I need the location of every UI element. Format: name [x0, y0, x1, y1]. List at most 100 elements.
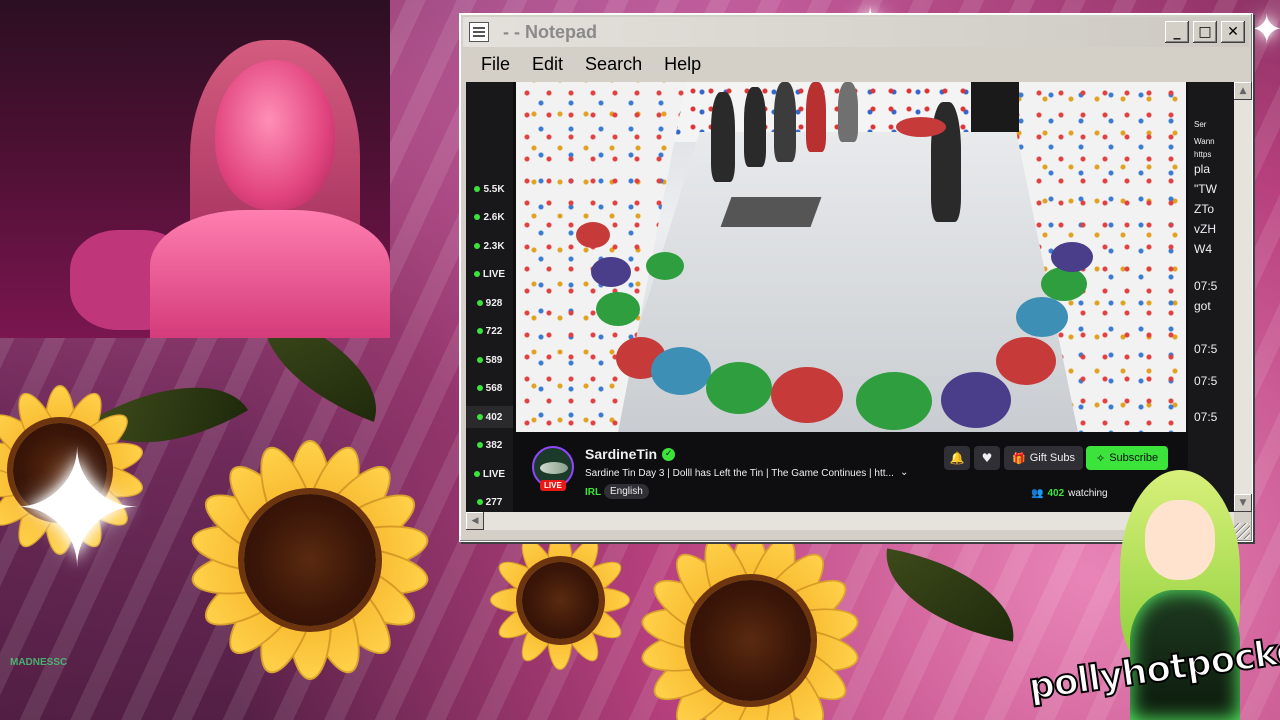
close-button[interactable]: ✕ — [1221, 21, 1245, 43]
sidebar-channel-active[interactable]: 402 — [466, 406, 513, 428]
video-person — [806, 82, 826, 152]
chat-message: 07:5 — [1194, 279, 1218, 293]
sidebar-viewer-count: 382 — [485, 439, 503, 451]
sidebar-channel[interactable]: 2.6K — [466, 206, 513, 228]
window-title: - - Notepad — [503, 21, 597, 42]
live-dot-icon — [474, 214, 481, 220]
chat-message: 07:5 — [1194, 374, 1218, 388]
channel-name: SardineTin — [585, 446, 658, 462]
sidebar-viewer-count: 2.3K — [483, 240, 505, 252]
chat-pinned: Ser — [1194, 120, 1207, 129]
language-tag[interactable]: English — [604, 484, 649, 499]
video-person — [744, 87, 766, 167]
sparkle-icon: ✦ — [1250, 7, 1280, 53]
floor-spot — [576, 222, 610, 248]
webcam-feed — [0, 0, 390, 338]
live-dot-icon — [476, 414, 483, 420]
title-bar[interactable]: - - Notepad _ □ ✕ — [463, 17, 1249, 47]
sidebar-channel[interactable]: LIVE — [466, 263, 513, 285]
video-player[interactable] — [516, 82, 1186, 432]
floor-spot — [591, 257, 631, 287]
live-dot-icon — [476, 385, 483, 391]
sidebar-viewer-count: 928 — [485, 297, 503, 309]
overlay-chat-handle: MADNESSC — [10, 657, 68, 668]
video-person — [711, 92, 735, 182]
chat-pinned-link[interactable]: https — [1194, 150, 1211, 159]
webcam-face — [215, 60, 335, 210]
gift-icon: 🎁 — [1012, 452, 1026, 465]
minimize-button[interactable]: _ — [1165, 21, 1189, 43]
viewers-icon: 👥 — [1031, 488, 1044, 499]
webcam-person — [150, 210, 390, 338]
floor-spot — [771, 367, 843, 423]
vertical-scrollbar[interactable]: ▲ ▼ — [1234, 82, 1252, 512]
video-person — [838, 82, 858, 142]
notifications-button[interactable]: 🔔 — [944, 446, 970, 470]
sparkle-icon: ✦ — [10, 416, 145, 603]
sidebar-channel[interactable]: 722 — [466, 320, 513, 342]
stream-info-bar: LIVE SardineTin ✓ Sardine Tin Day 3 | Do… — [516, 432, 1186, 512]
live-dot-icon — [476, 442, 483, 448]
floor-spot — [1041, 267, 1087, 301]
chat-pinned: Wann — [1194, 137, 1215, 146]
live-dot-icon — [473, 271, 480, 277]
menu-help[interactable]: Help — [656, 52, 709, 77]
sidebar-channel[interactable]: 589 — [466, 349, 513, 371]
floor-spot — [651, 347, 711, 395]
live-dot-icon — [476, 357, 483, 363]
live-dot-icon — [474, 243, 481, 249]
gift-subs-button[interactable]: 🎁 Gift Subs — [1004, 446, 1083, 470]
floor-spot — [1051, 242, 1093, 272]
floor-spot — [706, 362, 772, 414]
video-door — [971, 82, 1019, 132]
sidebar-channel[interactable]: 568 — [466, 377, 513, 399]
live-dot-icon — [473, 471, 480, 477]
sunflower-core — [689, 579, 811, 701]
sunflower-core — [244, 494, 376, 626]
live-dot-icon — [476, 300, 483, 306]
sidebar-viewer-count: 722 — [485, 325, 503, 337]
chat-message: vZH — [1194, 222, 1216, 236]
window-controls: _ □ ✕ — [1165, 21, 1245, 43]
floor-spot — [1016, 297, 1068, 337]
chevron-down-icon[interactable]: ⌄ — [900, 467, 908, 478]
menu-edit[interactable]: Edit — [524, 52, 571, 77]
sidebar-channel[interactable]: 382 — [466, 434, 513, 456]
notepad-app-icon[interactable] — [469, 22, 489, 42]
chat-message: got — [1194, 299, 1211, 313]
live-dot-icon — [476, 328, 483, 334]
bell-icon: 🔔 — [949, 451, 965, 465]
verified-icon: ✓ — [662, 447, 676, 461]
sidebar-channel[interactable]: 5.5K — [466, 178, 513, 200]
scroll-left-button[interactable]: ◀ — [466, 512, 484, 530]
sidebar-channel[interactable]: 2.3K — [466, 235, 513, 257]
chat-message: W4 — [1194, 242, 1212, 256]
video-table — [720, 197, 822, 227]
channel-name-link[interactable]: SardineTin ✓ — [585, 446, 676, 462]
maximize-button[interactable]: □ — [1193, 21, 1217, 43]
sidebar-channel[interactable]: 928 — [466, 292, 513, 314]
sidebar-channel[interactable]: 277 — [466, 491, 513, 512]
live-dot-icon — [476, 499, 483, 505]
chat-message: ZTo — [1194, 202, 1215, 216]
menu-search[interactable]: Search — [577, 52, 650, 77]
sidebar-viewer-count: 2.6K — [483, 211, 505, 223]
fish-icon — [540, 462, 568, 474]
embedded-twitch-page: 5.5K 2.6K 2.3K LIVE 928 722 589 568 402 … — [466, 82, 1234, 512]
sidebar-viewer-count: LIVE — [482, 268, 506, 280]
scroll-up-button[interactable]: ▲ — [1234, 82, 1252, 100]
sidebar-channel[interactable]: LIVE — [466, 463, 513, 485]
chat-message: pla — [1194, 162, 1211, 176]
floor-spot — [996, 337, 1056, 385]
menu-file[interactable]: File — [473, 52, 518, 77]
sidebar-viewer-count: 402 — [485, 411, 503, 423]
chat-message: 07:5 — [1194, 342, 1218, 356]
sunflower-core — [521, 561, 599, 639]
sidebar-viewer-count: LIVE — [482, 468, 506, 480]
gift-subs-label: Gift Subs — [1029, 452, 1075, 464]
floor-spot — [596, 292, 640, 326]
follow-button[interactable]: ♥ — [974, 446, 1000, 470]
category-link[interactable]: IRL — [585, 487, 601, 498]
vtuber-face — [1145, 500, 1215, 580]
floor-spot — [896, 117, 946, 137]
